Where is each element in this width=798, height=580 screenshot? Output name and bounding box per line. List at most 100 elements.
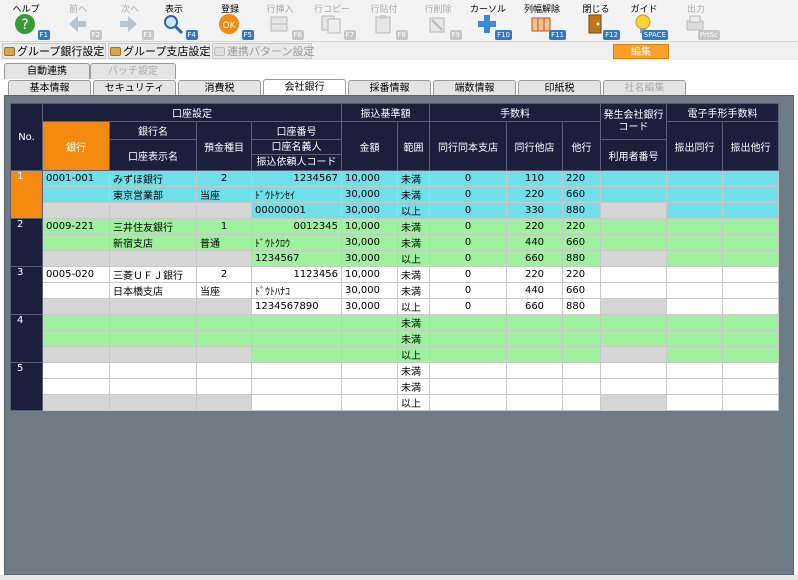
deposit-type-cell[interactable] bbox=[196, 330, 252, 347]
row-number[interactable]: 5 bbox=[10, 362, 43, 411]
fee-same-other-cell[interactable] bbox=[506, 346, 563, 363]
bank-name-cell[interactable] bbox=[109, 314, 197, 331]
bank-name-cell[interactable] bbox=[109, 298, 197, 315]
toolbar-button-8[interactable]: 行貼付 F8 bbox=[358, 0, 410, 42]
bank-code-cell[interactable] bbox=[42, 362, 110, 379]
fee-same-other-cell[interactable] bbox=[506, 362, 563, 379]
amount-cell[interactable] bbox=[341, 346, 398, 363]
account-cell[interactable]: 1234567 bbox=[251, 250, 342, 267]
fee-other-bank-cell[interactable]: 880 bbox=[561, 250, 602, 267]
bank-name-cell[interactable] bbox=[109, 362, 197, 379]
bank-code-cell[interactable] bbox=[42, 378, 110, 395]
bank-name-cell[interactable] bbox=[109, 346, 197, 363]
fee-other-bank-cell[interactable]: 220 bbox=[561, 266, 602, 283]
issuer-bank-code-cell[interactable] bbox=[600, 266, 668, 283]
deposit-type-cell[interactable] bbox=[196, 202, 252, 219]
fee-same-other-cell[interactable]: 330 bbox=[506, 202, 563, 219]
fee-other-bank-cell[interactable]: 880 bbox=[561, 298, 602, 315]
account-cell[interactable]: 1123456 bbox=[251, 266, 342, 283]
amount-cell[interactable]: 30,000 bbox=[341, 234, 398, 251]
issue-same-cell[interactable] bbox=[666, 202, 724, 219]
issue-other-cell[interactable] bbox=[722, 234, 780, 251]
issue-same-cell[interactable] bbox=[666, 186, 724, 203]
amount-cell[interactable]: 30,000 bbox=[341, 250, 398, 267]
issuer-bank-code-cell[interactable] bbox=[600, 282, 668, 299]
issuer-bank-code-cell[interactable] bbox=[600, 362, 668, 379]
fee-other-bank-cell[interactable] bbox=[561, 394, 602, 411]
account-cell[interactable]: 00000001 bbox=[251, 202, 342, 219]
table-row[interactable]: 未満 bbox=[11, 330, 780, 347]
tab-8[interactable]: 社名編集 bbox=[603, 80, 686, 96]
fee-same-other-cell[interactable]: 220 bbox=[506, 218, 563, 235]
fee-same-other-cell[interactable] bbox=[506, 394, 563, 411]
amount-cell[interactable]: 30,000 bbox=[341, 202, 398, 219]
tab-1[interactable]: 基本情報 bbox=[8, 80, 91, 96]
toolbar-button-1[interactable]: ヘルプ? F1 bbox=[0, 0, 52, 42]
table-row[interactable]: 2 0009-221 三井住友銀行 1 0012345 10,000 未満 0 220 220 bbox=[10, 218, 780, 267]
amount-cell[interactable] bbox=[341, 362, 398, 379]
issue-same-cell[interactable] bbox=[666, 378, 724, 395]
deposit-type-cell[interactable] bbox=[196, 378, 252, 395]
fee-other-bank-cell[interactable]: 660 bbox=[561, 282, 602, 299]
issuer-bank-code-cell[interactable] bbox=[600, 234, 668, 251]
deposit-type-cell[interactable] bbox=[196, 250, 252, 267]
deposit-type-cell[interactable] bbox=[196, 314, 252, 331]
fee-same-other-cell[interactable]: 220 bbox=[506, 266, 563, 283]
issuer-bank-code-cell[interactable] bbox=[600, 170, 668, 187]
fee-other-bank-cell[interactable] bbox=[561, 378, 602, 395]
fee-same-branch-cell[interactable]: 0 bbox=[429, 186, 507, 203]
deposit-type-cell[interactable] bbox=[196, 298, 252, 315]
bank-name-cell[interactable] bbox=[109, 250, 197, 267]
bank-code-cell[interactable]: 0001-001 bbox=[42, 170, 110, 187]
issue-same-cell[interactable] bbox=[666, 330, 724, 347]
bank-code-cell[interactable] bbox=[42, 394, 110, 411]
amount-cell[interactable]: 10,000 bbox=[341, 170, 398, 187]
row-number[interactable]: 4 bbox=[10, 314, 43, 363]
issue-same-cell[interactable] bbox=[666, 234, 724, 251]
account-cell[interactable]: ﾄﾞｳﾄｸﾛｳ bbox=[251, 234, 342, 251]
fee-other-bank-cell[interactable]: 660 bbox=[561, 186, 602, 203]
table-row[interactable]: 未満 bbox=[11, 378, 780, 395]
bank-code-cell[interactable] bbox=[42, 314, 110, 331]
toolbar-button-5[interactable]: 登録 OK F5 bbox=[204, 0, 256, 42]
fee-other-bank-cell[interactable] bbox=[561, 314, 602, 331]
fee-other-bank-cell[interactable]: 220 bbox=[561, 170, 602, 187]
bank-name-cell[interactable]: 東京営業部 bbox=[109, 186, 197, 203]
fee-same-other-cell[interactable] bbox=[506, 378, 563, 395]
issue-same-cell[interactable] bbox=[666, 314, 724, 331]
account-cell[interactable] bbox=[251, 394, 342, 411]
bank-name-cell[interactable] bbox=[109, 330, 197, 347]
bank-code-cell[interactable] bbox=[42, 234, 110, 251]
issue-other-cell[interactable] bbox=[722, 314, 780, 331]
amount-cell[interactable] bbox=[341, 378, 398, 395]
account-cell[interactable]: 1234567 bbox=[251, 170, 342, 187]
account-cell[interactable] bbox=[251, 362, 342, 379]
table-row[interactable]: 5 未満 bbox=[10, 362, 780, 411]
bank-code-cell[interactable]: 0005-020 bbox=[42, 266, 110, 283]
toolbar-button-2[interactable]: 前へ F2 bbox=[52, 0, 104, 42]
fee-same-other-cell[interactable] bbox=[506, 330, 563, 347]
table-row[interactable]: 新宿支店 普通 ﾄﾞｳﾄｸﾛｳ 30,000 未満 0 440 660 bbox=[11, 234, 780, 251]
fee-same-branch-cell[interactable]: 0 bbox=[429, 266, 507, 283]
account-cell[interactable]: ﾄﾞｳﾄﾊﾅｺ bbox=[251, 282, 342, 299]
amount-cell[interactable]: 30,000 bbox=[341, 282, 398, 299]
issue-same-cell[interactable] bbox=[666, 362, 724, 379]
fee-same-branch-cell[interactable]: 0 bbox=[429, 298, 507, 315]
issue-other-cell[interactable] bbox=[722, 378, 780, 395]
toolbar-button-4[interactable]: 表示 F4 bbox=[148, 0, 200, 42]
bank-name-cell[interactable] bbox=[109, 378, 197, 395]
deposit-type-cell[interactable] bbox=[196, 346, 252, 363]
issue-same-cell[interactable] bbox=[666, 218, 724, 235]
issuer-bank-code-cell[interactable] bbox=[600, 346, 668, 363]
table-row[interactable]: 1234567890 30,000 以上 0 660 880 bbox=[11, 298, 780, 315]
fee-same-branch-cell[interactable]: 0 bbox=[429, 218, 507, 235]
bank-code-cell[interactable]: 0009-221 bbox=[42, 218, 110, 235]
fee-same-branch-cell[interactable] bbox=[429, 378, 507, 395]
fee-other-bank-cell[interactable]: 660 bbox=[561, 234, 602, 251]
toolbar-button-10[interactable]: カーソル F10 bbox=[462, 0, 514, 42]
bank-name-cell[interactable]: みずほ銀行 bbox=[109, 170, 197, 187]
row-number[interactable]: 1 bbox=[10, 170, 43, 219]
tab-5[interactable]: 採番情報 bbox=[348, 80, 431, 96]
issue-other-cell[interactable] bbox=[722, 218, 780, 235]
issuer-bank-code-cell[interactable] bbox=[600, 330, 668, 347]
